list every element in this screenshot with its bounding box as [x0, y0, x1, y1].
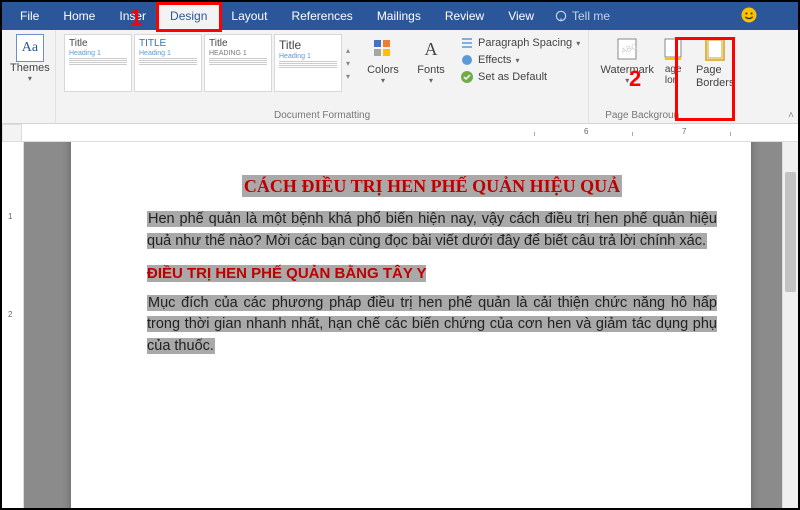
group-label-page-bg: Page Backgroun: [597, 110, 741, 121]
tab-design[interactable]: Design: [158, 2, 219, 30]
paragraph-spacing-icon: [460, 36, 474, 50]
tell-me-search[interactable]: Tell me: [554, 2, 610, 30]
tab-layout[interactable]: Layout: [219, 2, 279, 30]
effects-button[interactable]: Effects▾: [460, 53, 580, 67]
style-card[interactable]: TitleHEADING 1: [204, 34, 272, 92]
collapse-ribbon-button[interactable]: ˄: [788, 110, 794, 121]
horizontal-ruler[interactable]: 6 7: [2, 124, 798, 142]
tell-me-label: Tell me: [572, 9, 610, 23]
ruler-corner: [2, 124, 22, 142]
colors-label: Colors: [367, 64, 399, 76]
themes-button[interactable]: Aa Themes ▾: [10, 34, 50, 83]
tab-file[interactable]: File: [8, 2, 51, 30]
watermark-label: Watermark: [601, 64, 654, 76]
watermark-button[interactable]: ABC Watermark▾: [597, 34, 657, 87]
page-borders-button[interactable]: Page Borders: [689, 34, 741, 91]
tab-view[interactable]: View: [496, 2, 546, 30]
themes-label: Themes: [10, 62, 50, 74]
vruler-tick: 2: [8, 310, 12, 319]
ruler-tick: 6: [584, 127, 588, 136]
page-borders-label: Page Borders: [696, 64, 735, 89]
style-card[interactable]: TitleHeading 1: [274, 34, 342, 92]
tab-references[interactable]: References: [279, 2, 364, 30]
page-borders-icon: [702, 36, 728, 62]
style-card[interactable]: TitleHeading 1: [64, 34, 132, 92]
feedback-smiley-icon[interactable]: [740, 6, 758, 24]
set-default-button[interactable]: Set as Default: [460, 70, 580, 84]
vruler-tick: 1: [8, 212, 12, 221]
tab-home[interactable]: Home: [51, 2, 107, 30]
gallery-scroll[interactable]: ▴▾▾: [344, 34, 358, 92]
effects-icon: [460, 53, 474, 67]
checkmark-icon: [460, 70, 474, 84]
themes-icon: Aa: [16, 34, 44, 62]
scrollbar-thumb[interactable]: [785, 172, 796, 292]
tab-insert[interactable]: Inser: [107, 2, 158, 30]
style-card[interactable]: TITLEHeading 1: [134, 34, 202, 92]
page-color-icon: [660, 36, 686, 62]
fonts-label: Fonts: [417, 64, 445, 76]
style-gallery[interactable]: TitleHeading 1 TITLEHeading 1 TitleHEADI…: [64, 34, 358, 92]
paragraph-2[interactable]: Mục đích của các phương pháp điều trị he…: [147, 295, 717, 355]
paragraph-1[interactable]: Hen phế quản là một bệnh khá phổ biến hi…: [147, 211, 717, 249]
page-color-button[interactable]: age lor: [659, 34, 687, 88]
colors-icon: [370, 36, 396, 62]
fonts-icon: A: [418, 36, 444, 62]
group-label-doc-formatting: Document Formatting: [64, 110, 580, 121]
vertical-ruler[interactable]: 1 2: [2, 142, 24, 508]
watermark-icon: ABC: [614, 36, 640, 62]
colors-button[interactable]: Colors▾: [360, 34, 406, 87]
ruler-tick: 7: [682, 127, 686, 136]
paragraph-spacing-button[interactable]: Paragraph Spacing▾: [460, 36, 580, 50]
page-color-label: age lor: [665, 64, 682, 86]
document-title[interactable]: CÁCH ĐIỀU TRỊ HEN PHẾ QUẢN HIỆU QUẢ: [242, 175, 622, 197]
vertical-scrollbar[interactable]: [782, 142, 798, 508]
tab-review[interactable]: Review: [433, 2, 496, 30]
chevron-down-icon: ▾: [28, 74, 32, 83]
fonts-button[interactable]: A Fonts▾: [408, 34, 454, 87]
document-page[interactable]: CÁCH ĐIỀU TRỊ HEN PHẾ QUẢN HIỆU QUẢ Hen …: [71, 142, 751, 508]
tab-mailings[interactable]: Mailings: [365, 2, 433, 30]
subheading[interactable]: ĐIỀU TRỊ HEN PHẾ QUẢN BẰNG TÂY Y: [147, 265, 426, 282]
